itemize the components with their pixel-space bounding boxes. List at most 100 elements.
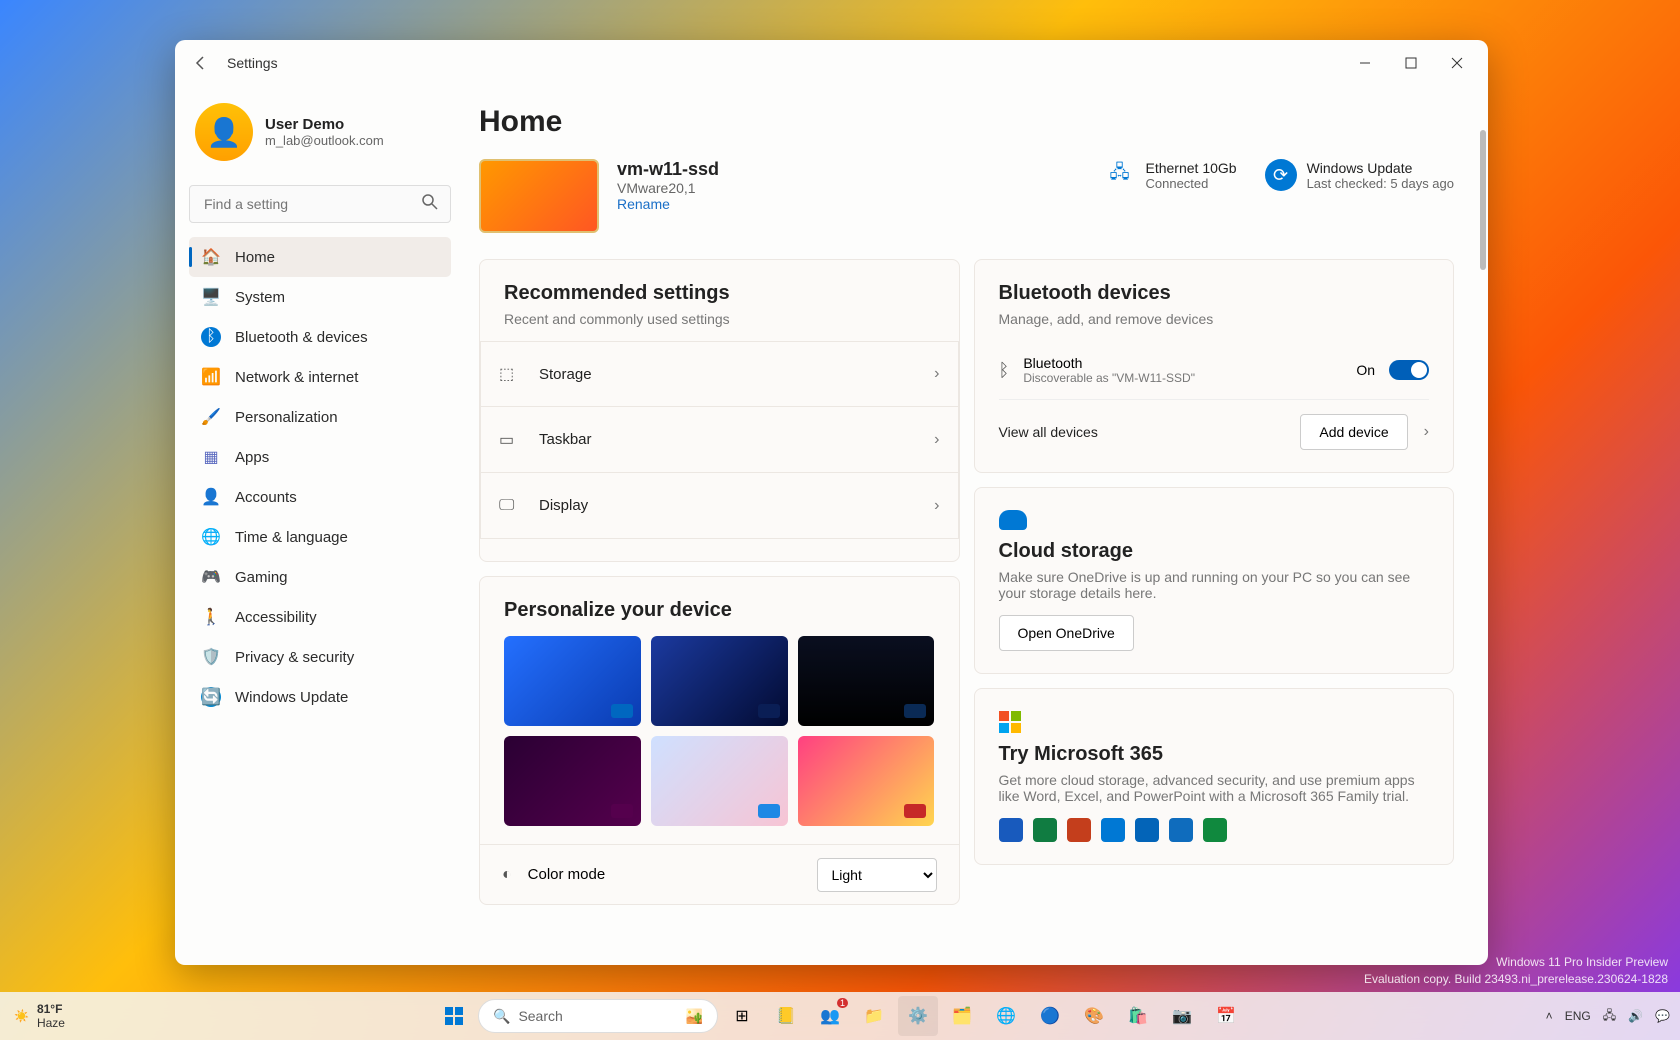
sidebar-item-home[interactable]: 🏠Home [189, 237, 451, 277]
nav-label: Accounts [235, 489, 297, 506]
color-mode-label: Color mode [528, 866, 801, 883]
taskbar-store[interactable]: 🛍️ [1118, 996, 1158, 1036]
close-button[interactable] [1434, 44, 1480, 82]
taskbar-app[interactable]: 📁 [854, 996, 894, 1036]
nav-icon: 🛡️ [201, 647, 221, 667]
m365-desc: Get more cloud storage, advanced securit… [999, 772, 1430, 804]
back-button[interactable] [183, 45, 219, 81]
taskbar-settings[interactable]: ⚙️ [898, 996, 938, 1036]
sidebar-item-bluetooth-devices[interactable]: ᛒ Bluetooth & devices [189, 317, 451, 357]
sidebar-item-gaming[interactable]: 🎮Gaming [189, 557, 451, 597]
main-content: Home vm-w11-ssd VMware20,1 Rename 🖧 Ethe… [465, 85, 1488, 965]
nav-label: Personalization [235, 409, 338, 426]
taskbar-app[interactable]: 👥1 [810, 996, 850, 1036]
sidebar-item-accessibility[interactable]: 🚶Accessibility [189, 597, 451, 637]
search-input[interactable] [189, 185, 451, 223]
taskbar-app[interactable]: 🎨 [1074, 996, 1114, 1036]
sidebar-item-personalization[interactable]: 🖌️Personalization [189, 397, 451, 437]
nav-label: System [235, 289, 285, 306]
cloud-storage-card: Cloud storage Make sure OneDrive is up a… [974, 487, 1455, 674]
window-title: Settings [227, 55, 278, 71]
taskbar-app[interactable]: 📅 [1206, 996, 1246, 1036]
setting-label: Taskbar [539, 431, 918, 448]
taskbar-app[interactable]: 📷 [1162, 996, 1202, 1036]
ethernet-icon: 🖧 [1104, 159, 1136, 191]
theme-option-4[interactable] [651, 736, 788, 826]
taskbar-app[interactable]: 📒 [766, 996, 806, 1036]
right-column: Bluetooth devices Manage, add, and remov… [974, 259, 1455, 905]
recommended-sub: Recent and commonly used settings [504, 311, 935, 327]
m365-card: Try Microsoft 365 Get more cloud storage… [974, 688, 1455, 865]
weather-cond: Haze [37, 1016, 65, 1030]
recommended-item-display[interactable]: 🖵Display› [480, 473, 959, 539]
nav-icon: 🌐 [201, 527, 221, 547]
search-icon: 🔍 [493, 1008, 510, 1025]
start-button[interactable] [434, 996, 474, 1036]
tray-chevron-icon[interactable]: ˄ [1546, 1009, 1553, 1023]
maximize-button[interactable] [1388, 44, 1434, 82]
sidebar-item-system[interactable]: 🖥️System [189, 277, 451, 317]
m365-app-icon [999, 818, 1023, 842]
sidebar-item-accounts[interactable]: 👤Accounts [189, 477, 451, 517]
minimize-button[interactable] [1342, 44, 1388, 82]
m365-app-icon [1067, 818, 1091, 842]
sidebar-item-windows-update[interactable]: 🔄Windows Update [189, 677, 451, 717]
cloud-desc: Make sure OneDrive is up and running on … [999, 569, 1430, 601]
sidebar-item-network-internet[interactable]: 📶Network & internet [189, 357, 451, 397]
nav-icon: ᛒ [201, 327, 221, 347]
m365-app-icon [1169, 818, 1193, 842]
personalize-title: Personalize your device [504, 599, 935, 622]
sidebar-item-time-language[interactable]: 🌐Time & language [189, 517, 451, 557]
volume-tray-icon[interactable]: 🔊 [1628, 1009, 1643, 1023]
color-mode-row[interactable]: ◐ Color mode Light [480, 844, 959, 904]
nav-icon: 📶 [201, 367, 221, 387]
network-title: Ethernet 10Gb [1146, 160, 1237, 176]
recommended-title: Recommended settings [504, 282, 935, 305]
theme-option-5[interactable] [798, 736, 935, 826]
theme-option-1[interactable] [651, 636, 788, 726]
sidebar-item-apps[interactable]: ▦Apps [189, 437, 451, 477]
nav-icon: ▦ [201, 447, 221, 467]
view-all-devices-link[interactable]: View all devices [999, 424, 1285, 440]
scrollbar[interactable] [1480, 130, 1486, 957]
cloud-title: Cloud storage [999, 540, 1430, 563]
notification-tray-icon[interactable]: 💬 [1655, 1009, 1670, 1023]
taskbar-search[interactable]: 🔍Search🏜️ [478, 999, 718, 1033]
chevron-right-icon[interactable]: › [1424, 423, 1429, 441]
user-name: User Demo [265, 116, 384, 133]
network-status[interactable]: 🖧 Ethernet 10GbConnected [1104, 159, 1237, 191]
theme-taskbar-preview [904, 704, 926, 718]
taskbar-chrome[interactable]: 🔵 [1030, 996, 1070, 1036]
taskbar-edge[interactable]: 🌐 [986, 996, 1026, 1036]
nav-label: Bluetooth & devices [235, 329, 368, 346]
nav-icon: 🏠 [201, 247, 221, 267]
add-device-button[interactable]: Add device [1300, 414, 1407, 450]
theme-taskbar-preview [758, 804, 780, 818]
theme-option-2[interactable] [798, 636, 935, 726]
update-status[interactable]: ⟳ Windows UpdateLast checked: 5 days ago [1265, 159, 1454, 191]
recommended-card: Recommended settings Recent and commonly… [479, 259, 960, 562]
taskbar-explorer[interactable]: 🗂️ [942, 996, 982, 1036]
device-name: vm-w11-ssd [617, 159, 1086, 180]
open-onedrive-button[interactable]: Open OneDrive [999, 615, 1134, 651]
recommended-item-taskbar[interactable]: ▭Taskbar› [480, 407, 959, 473]
tray-lang[interactable]: ENG [1565, 1009, 1591, 1023]
task-view-button[interactable]: ⊞ [722, 996, 762, 1036]
watermark: Windows 11 Pro Insider Preview Evaluatio… [1364, 954, 1668, 988]
wallpaper-thumbnail[interactable] [479, 159, 599, 233]
settings-window: Settings 👤 User Demo m_lab@outlook.com 🏠… [175, 40, 1488, 965]
network-sub: Connected [1146, 176, 1237, 191]
theme-option-3[interactable] [504, 736, 641, 826]
user-account-header[interactable]: 👤 User Demo m_lab@outlook.com [189, 93, 451, 181]
theme-option-0[interactable] [504, 636, 641, 726]
rename-link[interactable]: Rename [617, 196, 670, 212]
color-mode-select[interactable]: Light [817, 858, 937, 892]
network-tray-icon[interactable]: 🖧 [1603, 1006, 1616, 1027]
weather-widget[interactable]: ☀️ 81°FHaze [14, 1002, 65, 1030]
page-title: Home [479, 105, 1454, 139]
bluetooth-title: Bluetooth devices [999, 282, 1430, 305]
chevron-right-icon: › [934, 365, 939, 383]
sidebar-item-privacy-security[interactable]: 🛡️Privacy & security [189, 637, 451, 677]
bluetooth-toggle[interactable] [1389, 360, 1429, 380]
recommended-item-storage[interactable]: ⬚Storage› [480, 341, 959, 407]
